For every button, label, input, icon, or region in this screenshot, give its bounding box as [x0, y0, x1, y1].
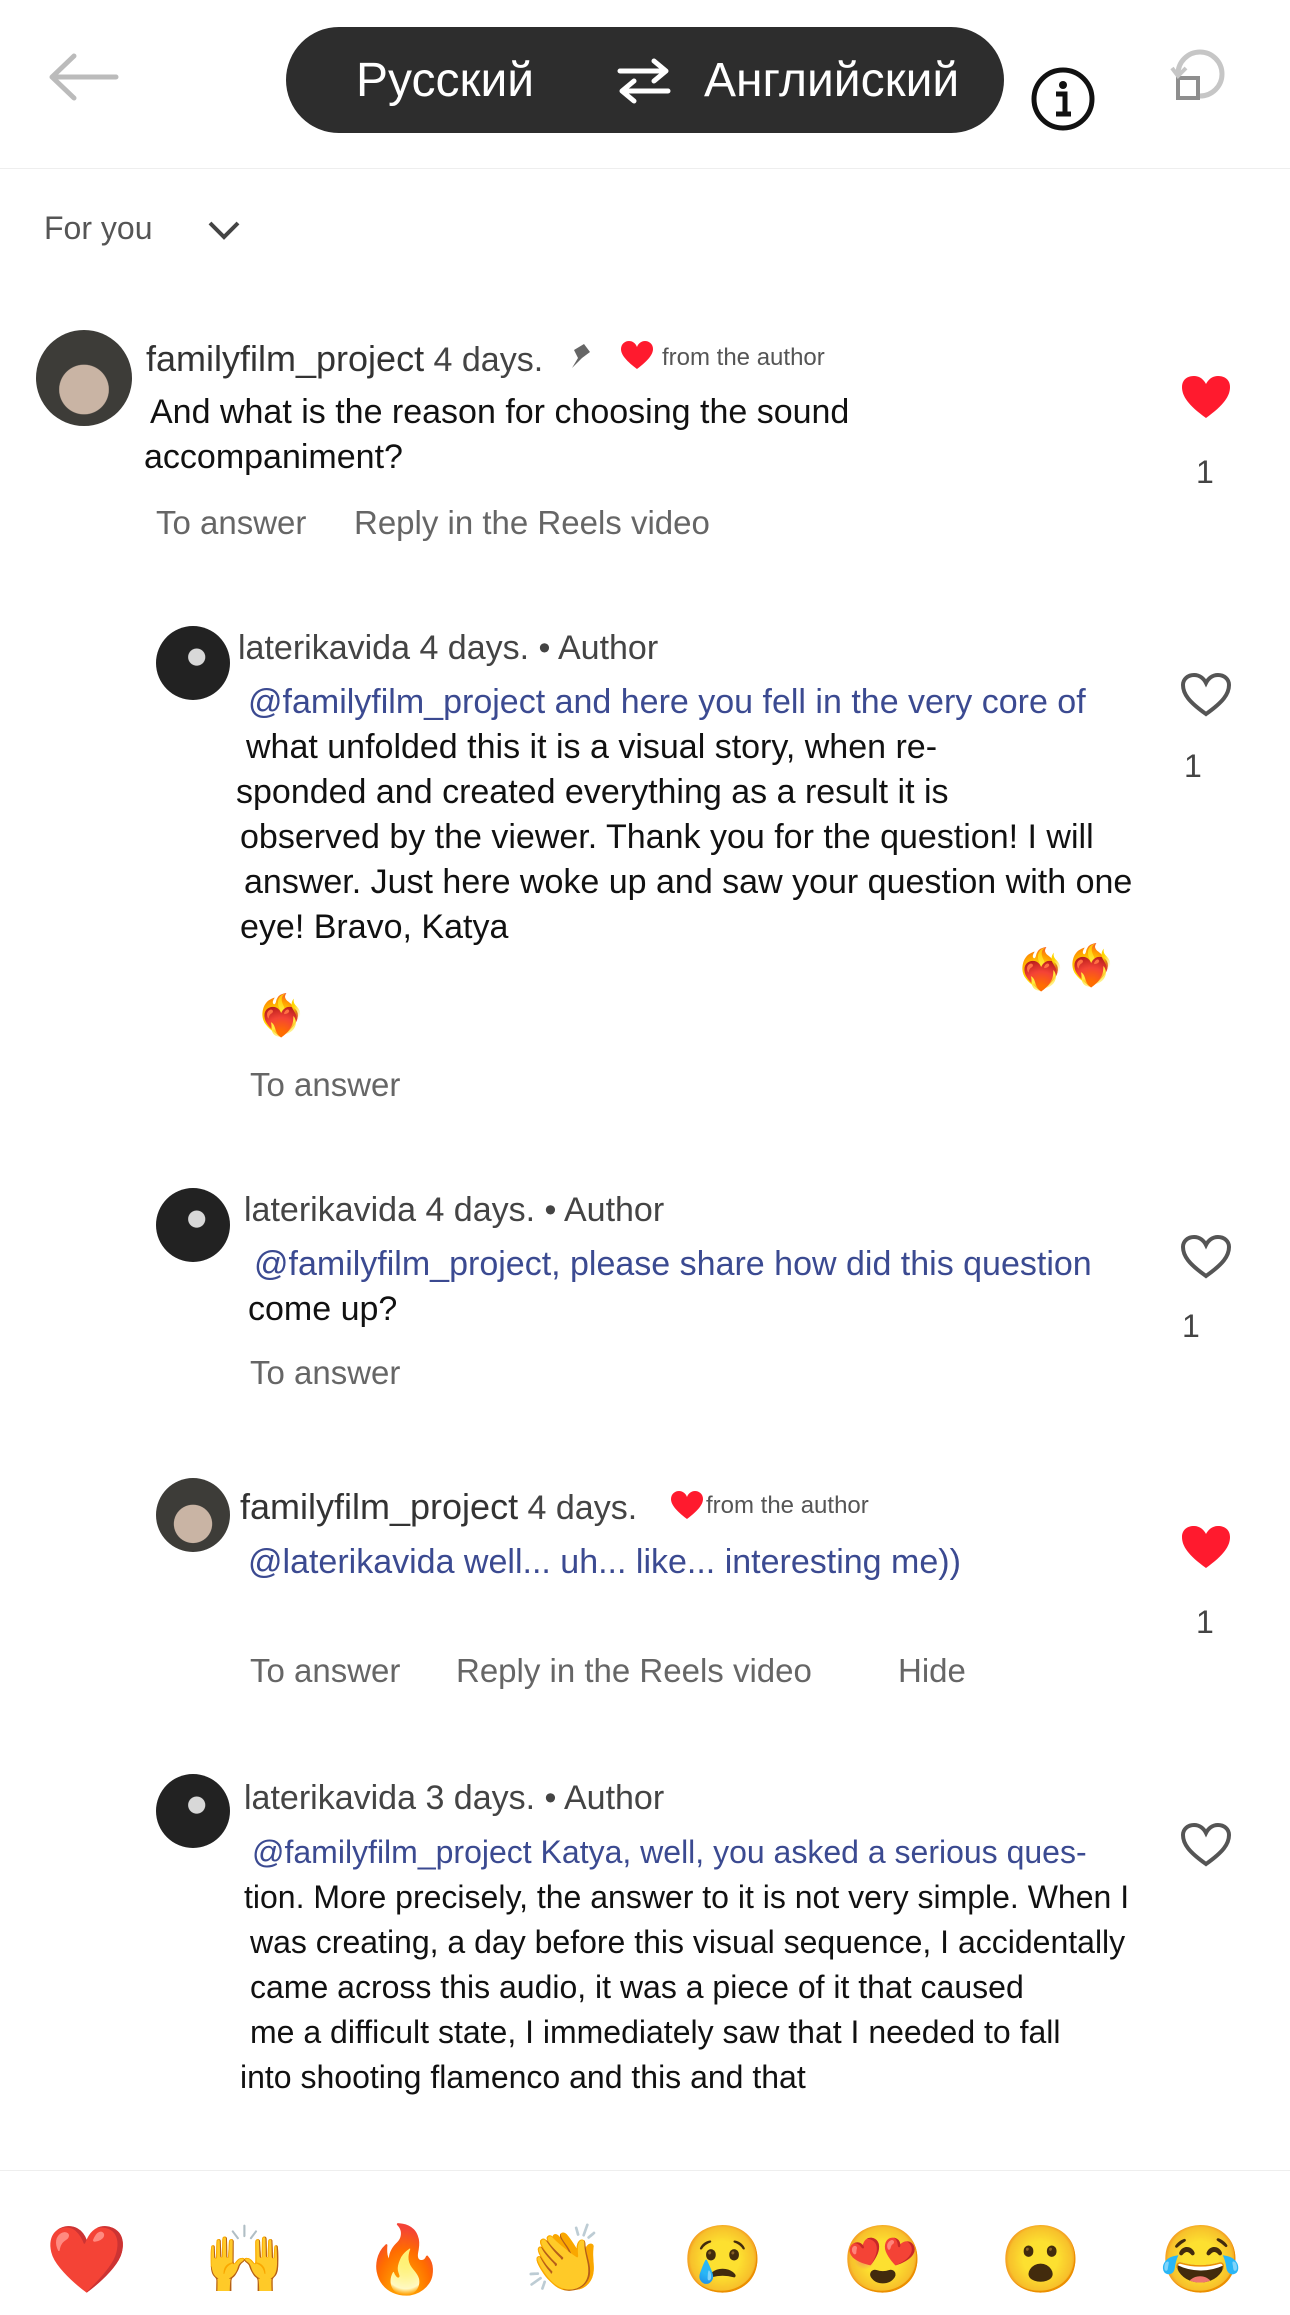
username[interactable]: laterikavida: [244, 1779, 416, 1817]
heart-eyes-emoji[interactable]: 😍: [838, 2219, 928, 2299]
rotate-screen-icon[interactable]: [1164, 38, 1236, 110]
avatar[interactable]: [156, 1188, 230, 1262]
heart-on-fire-emoji: ❤️‍🔥: [1016, 948, 1066, 992]
reply-button[interactable]: To answer: [156, 504, 306, 542]
chevron-down-icon[interactable]: [206, 218, 242, 242]
liked-heart-icon[interactable]: [1180, 374, 1232, 420]
info-icon[interactable]: [1030, 66, 1096, 132]
timestamp: 4 days.: [433, 341, 544, 379]
liked-heart-icon[interactable]: [1180, 1524, 1232, 1570]
mention[interactable]: @familyfilm_project, please share how di…: [248, 1242, 1092, 1287]
mention[interactable]: @familyfilm_project and here you fell in…: [236, 680, 1132, 725]
heart-outline-icon[interactable]: [1180, 1234, 1232, 1280]
heart-on-fire-emoji: ❤️‍🔥: [1066, 944, 1116, 988]
source-language[interactable]: Русский: [356, 53, 534, 108]
reply-button[interactable]: To answer: [250, 1066, 400, 1104]
reply-in-reels-button[interactable]: Reply in the Reels video: [456, 1652, 812, 1690]
username[interactable]: laterikavida: [238, 629, 410, 667]
comment-body: @laterikavida well... uh... like... inte…: [248, 1540, 961, 1585]
heart-outline-icon[interactable]: [1180, 672, 1232, 718]
timestamp: 4 days.: [425, 1191, 536, 1229]
heart-on-fire-emoji: ❤️‍🔥: [256, 994, 306, 1038]
clapping-hands-emoji[interactable]: 👏: [520, 2219, 610, 2299]
laughing-tears-emoji[interactable]: 😂: [1156, 2219, 1246, 2299]
author-liked-badge: from the author: [662, 344, 825, 371]
heart-icon: [670, 1490, 704, 1520]
sort-label[interactable]: For you: [44, 210, 152, 247]
avatar[interactable]: [156, 626, 230, 700]
avatar[interactable]: [36, 330, 132, 426]
username[interactable]: laterikavida: [244, 1191, 416, 1229]
mention[interactable]: @laterikavida well... uh... like... inte…: [248, 1540, 961, 1585]
comment-body: @familyfilm_project and here you fell in…: [236, 680, 1132, 950]
swap-languages-icon[interactable]: [616, 57, 672, 105]
timestamp: 4 days.: [527, 1489, 638, 1527]
reaction-bar: ❤️ 🙌 🔥 👏 😢 😍 😮 😂: [0, 2170, 1290, 2315]
author-liked-badge: from the author: [706, 1492, 869, 1519]
timestamp: 4 days.: [419, 629, 530, 667]
raising-hands-emoji[interactable]: 🙌: [200, 2219, 290, 2299]
heart-icon: [620, 340, 654, 370]
crying-face-emoji[interactable]: 😢: [678, 2219, 768, 2299]
hide-replies-button[interactable]: Hide: [898, 1652, 966, 1690]
author-tag: • Author: [544, 1779, 665, 1817]
like-count: 1: [1182, 1308, 1200, 1344]
comment-body: @familyfilm_project Katya, well, you ask…: [240, 1830, 1129, 2100]
like-count: 1: [1196, 454, 1214, 490]
reply-button[interactable]: To answer: [250, 1354, 400, 1392]
back-arrow-icon[interactable]: [44, 46, 122, 108]
username[interactable]: familyfilm_project: [146, 338, 424, 379]
top-bar: Русский Английский: [0, 0, 1290, 169]
username[interactable]: familyfilm_project: [240, 1486, 518, 1527]
heart-outline-icon[interactable]: [1180, 1822, 1232, 1868]
like-count: 1: [1196, 1604, 1214, 1640]
language-switcher[interactable]: Русский Английский: [286, 27, 1004, 133]
reply-in-reels-button[interactable]: Reply in the Reels video: [354, 504, 710, 542]
surprised-face-emoji[interactable]: 😮: [996, 2219, 1086, 2299]
comment-body: @familyfilm_project, please share how di…: [248, 1242, 1092, 1332]
like-count: 1: [1184, 748, 1202, 784]
fire-emoji[interactable]: 🔥: [360, 2219, 450, 2299]
avatar[interactable]: [156, 1478, 230, 1552]
mention[interactable]: @familyfilm_project Katya, well, you ask…: [240, 1830, 1129, 1875]
reply-button[interactable]: To answer: [250, 1652, 400, 1690]
author-tag: • Author: [538, 629, 659, 667]
author-tag: • Author: [544, 1191, 665, 1229]
comment-body: And what is the reason for choosing the …: [144, 393, 850, 476]
timestamp: 3 days.: [425, 1779, 536, 1817]
red-heart-emoji[interactable]: ❤️: [42, 2219, 132, 2299]
target-language[interactable]: Английский: [704, 53, 959, 108]
avatar[interactable]: [156, 1774, 230, 1848]
pin-icon: [566, 340, 600, 370]
